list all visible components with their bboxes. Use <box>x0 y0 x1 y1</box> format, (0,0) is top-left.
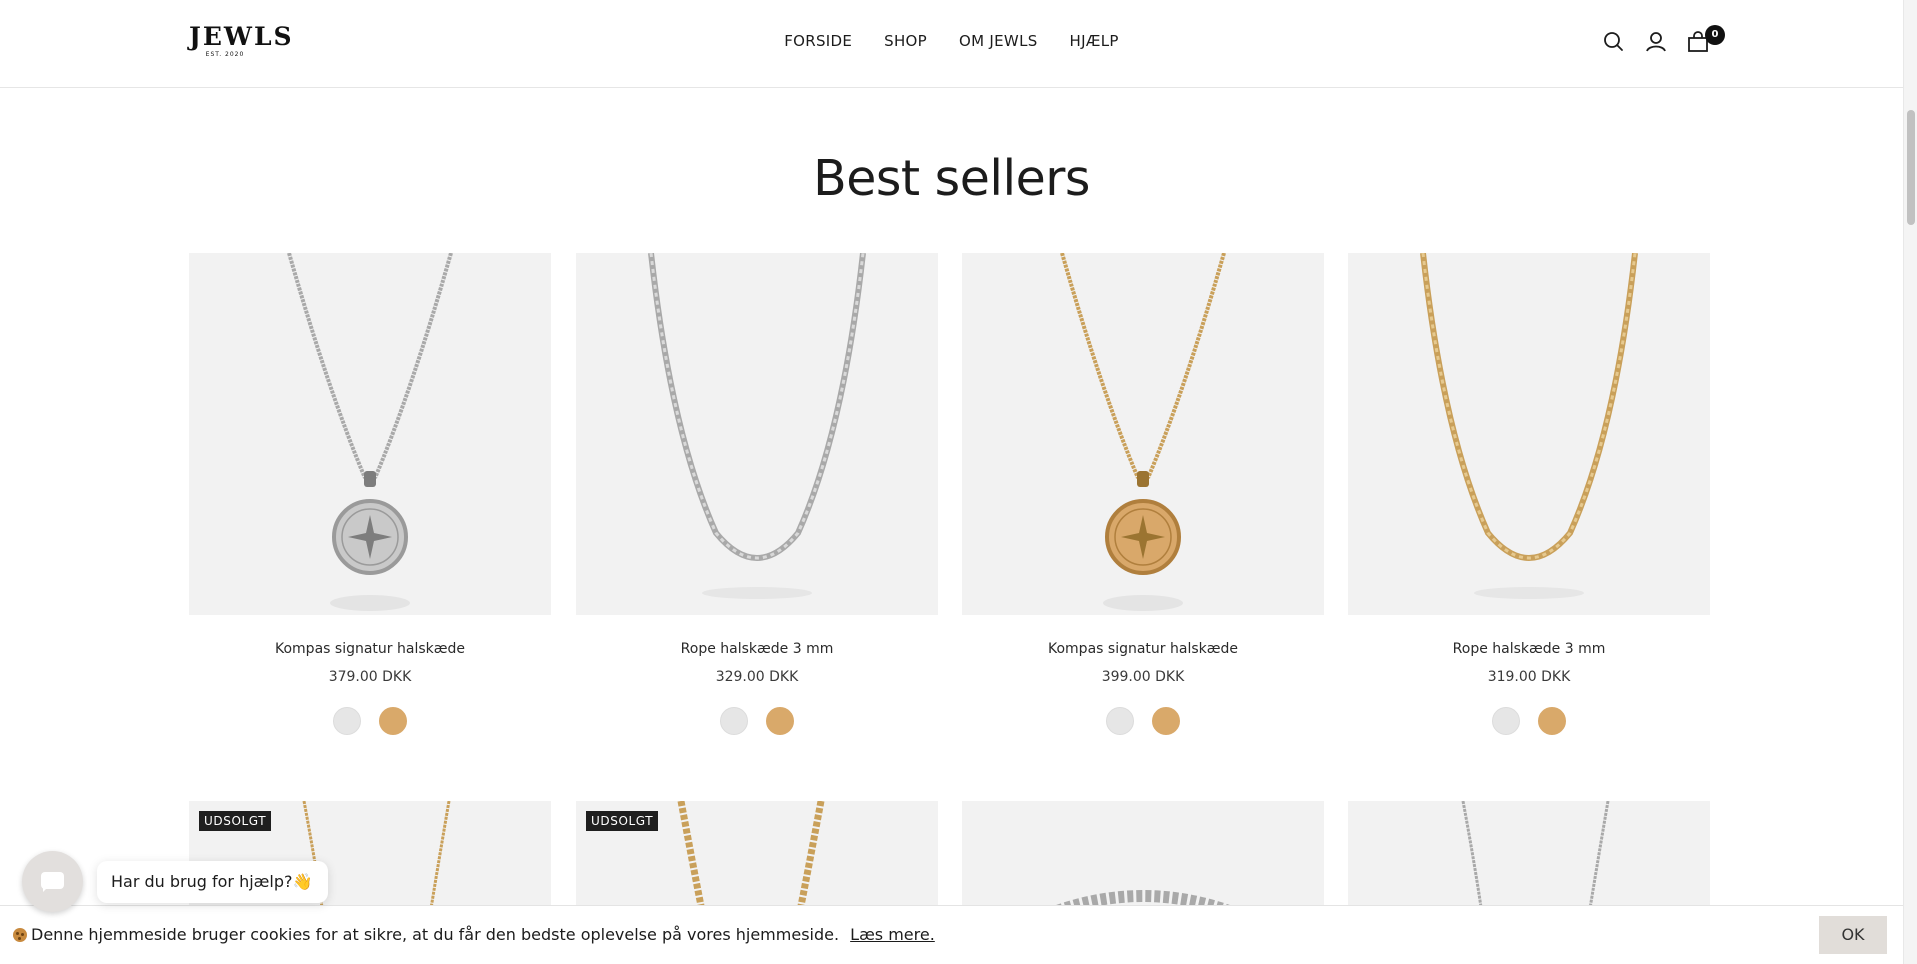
product-card: UDSOLGT <box>576 801 938 921</box>
nav-item-hjaelp[interactable]: HJÆLP <box>1070 32 1119 50</box>
product-card <box>962 801 1324 921</box>
necklace-image <box>1420 253 1638 599</box>
product-card: Rope halskæde 3 mm 329.00 DKK <box>576 253 938 735</box>
swatch-silver[interactable] <box>720 707 748 735</box>
nav-item-om-jewls[interactable]: OM JEWLS <box>959 32 1038 50</box>
cookie-icon <box>13 928 27 942</box>
chat-icon-tail <box>43 887 48 892</box>
cookie-banner: Denne hjemmeside bruger cookies for at s… <box>0 905 1903 964</box>
product-price: 329.00 DKK <box>715 669 799 685</box>
product-image[interactable] <box>576 253 938 615</box>
product-image[interactable] <box>1348 801 1710 921</box>
swatch-silver[interactable] <box>1106 707 1134 735</box>
section-title: Best sellers <box>813 150 1090 207</box>
cookie-ok-button[interactable]: OK <box>1819 916 1887 954</box>
product-card <box>1348 801 1710 921</box>
swatch-gold[interactable] <box>1152 707 1180 735</box>
scrollbar-thumb[interactable] <box>1907 110 1915 225</box>
color-swatches <box>189 707 551 735</box>
header-icons <box>1600 28 1720 58</box>
cookie-read-more-link[interactable]: Læs mere. <box>850 925 935 944</box>
cookie-message: Denne hjemmeside bruger cookies for at s… <box>31 925 935 944</box>
sold-out-badge: UDSOLGT <box>199 811 272 831</box>
product-price: 399.00 DKK <box>1101 669 1185 685</box>
cart-count-badge: 0 <box>1705 25 1725 45</box>
product-image[interactable] <box>962 801 1324 921</box>
product-image[interactable] <box>1348 253 1710 615</box>
necklace-image <box>287 253 453 611</box>
product-name[interactable]: Kompas signatur halskæde <box>189 641 551 657</box>
color-swatches <box>1348 707 1710 735</box>
color-swatches <box>576 707 938 735</box>
nav-item-forside[interactable]: FORSIDE <box>784 32 852 50</box>
color-swatches <box>962 707 1324 735</box>
swatch-gold[interactable] <box>766 707 794 735</box>
product-card: Rope halskæde 3 mm 319.00 DKK <box>1348 253 1710 735</box>
swatch-silver[interactable] <box>333 707 361 735</box>
necklace-image <box>1060 253 1226 611</box>
search-icon[interactable] <box>1600 28 1628 56</box>
chat-prompt[interactable]: Har du brug for hjælp?👋 <box>97 861 329 903</box>
product-card: Kompas signatur halskæde 379.00 DKK <box>189 253 551 735</box>
account-icon[interactable] <box>1642 28 1670 56</box>
product-name[interactable]: Kompas signatur halskæde <box>962 641 1324 657</box>
product-price: 319.00 DKK <box>1487 669 1571 685</box>
swatch-gold[interactable] <box>379 707 407 735</box>
product-price: 379.00 DKK <box>328 669 412 685</box>
ring-image <box>1055 890 1231 917</box>
cookie-text: Denne hjemmeside bruger cookies for at s… <box>31 925 840 944</box>
necklace-image <box>1461 801 1610 921</box>
chat-launcher-button[interactable] <box>22 851 83 912</box>
nav-item-shop[interactable]: SHOP <box>884 32 927 50</box>
page-scrollbar[interactable] <box>1903 0 1917 964</box>
product-image[interactable] <box>189 253 551 615</box>
product-image[interactable] <box>962 253 1324 615</box>
product-name[interactable]: Rope halskæde 3 mm <box>576 641 938 657</box>
swatch-gold[interactable] <box>1538 707 1566 735</box>
product-name[interactable]: Rope halskæde 3 mm <box>1348 641 1710 657</box>
product-card: Kompas signatur halskæde 399.00 DKK <box>962 253 1324 735</box>
swatch-silver[interactable] <box>1492 707 1520 735</box>
logo-established: EST. 2020 <box>205 51 245 58</box>
product-image[interactable]: UDSOLGT <box>576 801 938 921</box>
site-header: JEWLS EST. 2020 FORSIDE SHOP OM JEWLS HJ… <box>0 0 1903 88</box>
necklace-image <box>648 253 866 599</box>
sold-out-badge: UDSOLGT <box>586 811 659 831</box>
